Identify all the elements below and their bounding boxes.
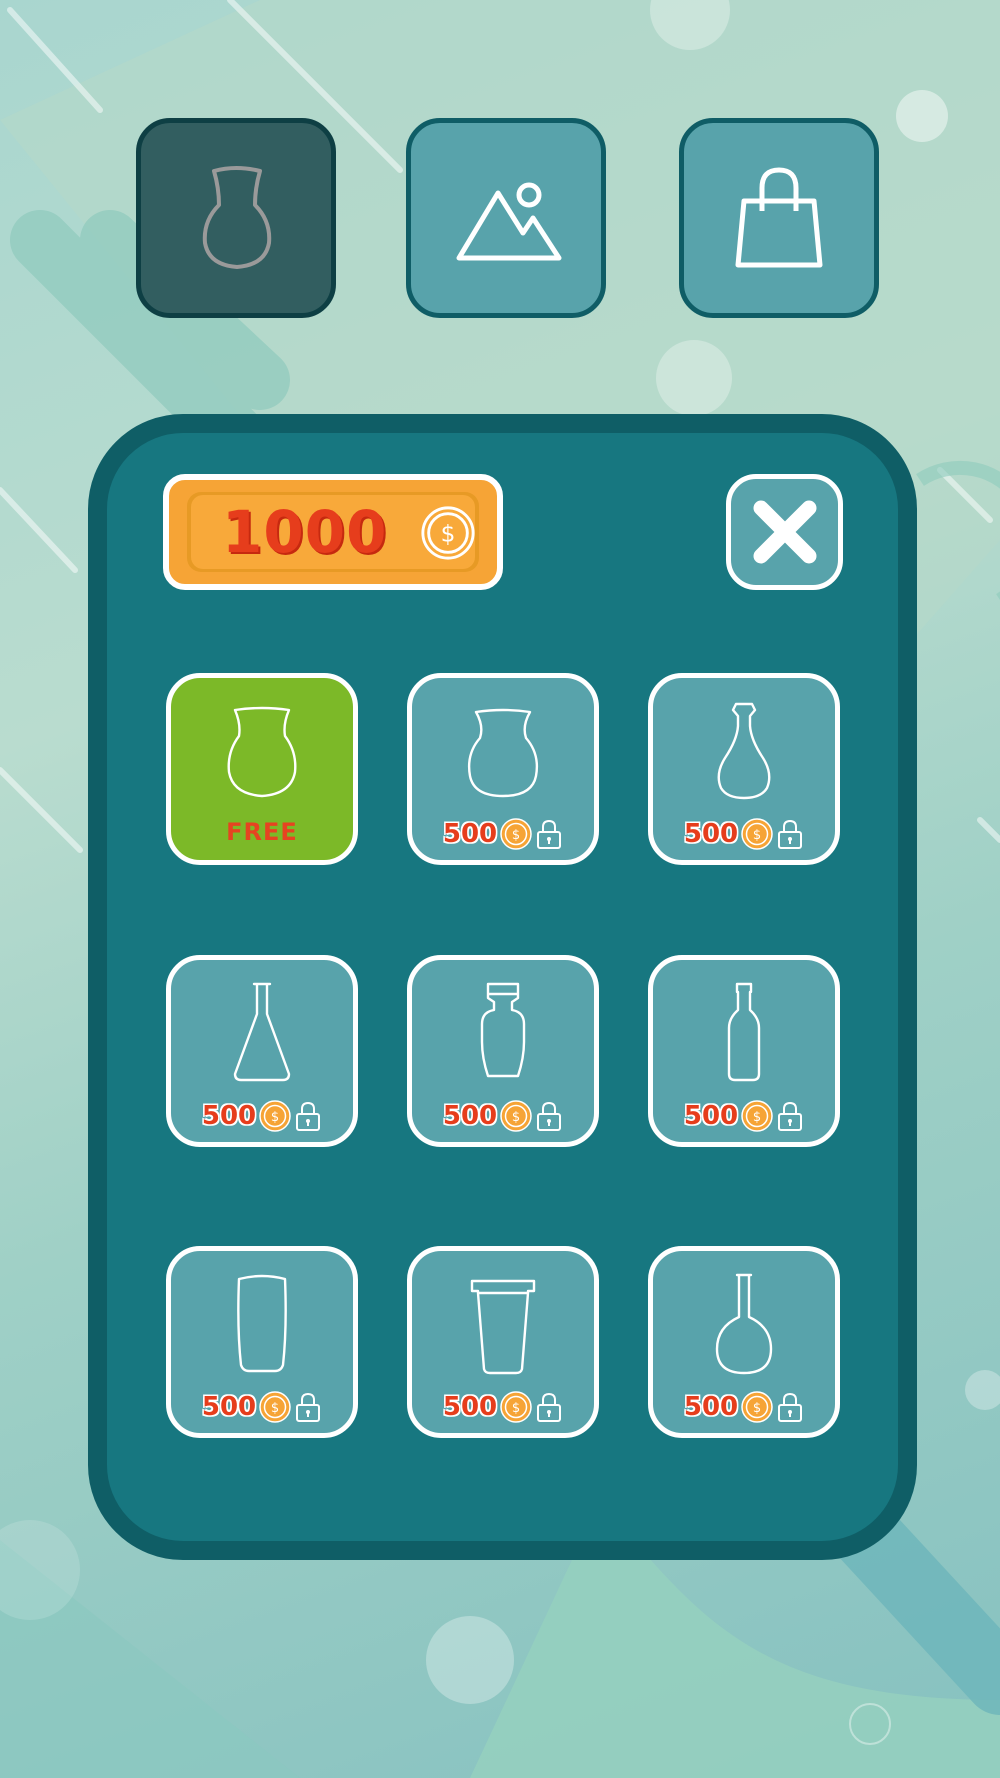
lock-icon bbox=[537, 819, 562, 849]
price-row: 500 $ bbox=[412, 1098, 594, 1134]
lock-icon bbox=[778, 819, 803, 849]
tab-glasses[interactable] bbox=[136, 118, 336, 318]
price-row: 500 $ bbox=[412, 1389, 594, 1425]
close-button[interactable] bbox=[726, 474, 843, 590]
glass-item-tall-tumbler[interactable]: 500 $ bbox=[166, 1246, 358, 1438]
svg-text:$: $ bbox=[512, 1401, 520, 1416]
svg-text:$: $ bbox=[753, 828, 761, 843]
price-label: 500 bbox=[683, 1392, 739, 1422]
price-label: 500 bbox=[442, 819, 498, 849]
coin-icon: $ bbox=[500, 1391, 532, 1423]
coin-icon: $ bbox=[259, 1100, 291, 1132]
svg-text:$: $ bbox=[271, 1110, 279, 1125]
coin-icon: $ bbox=[741, 1100, 773, 1132]
lock-icon bbox=[537, 1392, 562, 1422]
glass-item-bottle[interactable]: 500 $ bbox=[648, 955, 840, 1147]
mountain-image-icon bbox=[456, 182, 562, 261]
price-row: 500 $ bbox=[412, 816, 594, 852]
lock-icon bbox=[296, 1101, 321, 1131]
free-label: FREE bbox=[226, 818, 298, 846]
coin-icon: $ bbox=[259, 1391, 291, 1423]
price-label: 500 bbox=[201, 1392, 257, 1422]
coin-icon: $ bbox=[741, 1391, 773, 1423]
price-label: 500 bbox=[442, 1392, 498, 1422]
svg-text:$: $ bbox=[271, 1401, 279, 1416]
glass-item-decanter[interactable]: 500 $ bbox=[407, 955, 599, 1147]
svg-text:$: $ bbox=[753, 1110, 761, 1125]
coin-icon: $ bbox=[421, 506, 475, 560]
svg-text:$: $ bbox=[441, 521, 456, 548]
price-label: 500 bbox=[201, 1101, 257, 1131]
coin-icon: $ bbox=[500, 818, 532, 850]
glass-icon bbox=[202, 166, 272, 269]
glass-item-round-vase[interactable]: 500 $ bbox=[407, 673, 599, 865]
tulip-glass-icon bbox=[227, 706, 297, 798]
decanter-icon bbox=[480, 982, 526, 1078]
glass-item-conical-flask[interactable]: 500 $ bbox=[166, 955, 358, 1147]
glass-item-carafe[interactable]: 500 $ bbox=[648, 673, 840, 865]
price-row: 500 $ bbox=[171, 1389, 353, 1425]
lock-icon bbox=[296, 1392, 321, 1422]
tab-shop[interactable] bbox=[679, 118, 879, 318]
glass-item-round-flask[interactable]: 500 $ bbox=[648, 1246, 840, 1438]
coin-balance: 1000 $ bbox=[163, 474, 503, 590]
round-flask-icon bbox=[715, 1273, 773, 1375]
price-row: 500 $ bbox=[171, 1098, 353, 1134]
svg-text:$: $ bbox=[512, 828, 520, 843]
lock-icon bbox=[537, 1101, 562, 1131]
svg-text:$: $ bbox=[753, 1401, 761, 1416]
price-row: 500 $ bbox=[653, 1098, 835, 1134]
conical-flask-icon bbox=[233, 982, 291, 1082]
round-vase-icon bbox=[467, 708, 539, 798]
coin-icon: $ bbox=[741, 818, 773, 850]
svg-text:$: $ bbox=[512, 1110, 520, 1125]
tall-tumbler-icon bbox=[237, 1274, 287, 1373]
lidded-cup-icon bbox=[470, 1279, 536, 1375]
price-label: 500 bbox=[683, 819, 739, 849]
carafe-icon bbox=[717, 702, 771, 800]
close-icon bbox=[753, 500, 816, 564]
glass-item-lidded-cup[interactable]: 500 $ bbox=[407, 1246, 599, 1438]
price-row: 500 $ bbox=[653, 1389, 835, 1425]
coin-icon: $ bbox=[500, 1100, 532, 1132]
price-label: 500 bbox=[442, 1101, 498, 1131]
lock-icon bbox=[778, 1101, 803, 1131]
price-row: 500 $ bbox=[653, 816, 835, 852]
bottle-icon bbox=[727, 982, 761, 1082]
lock-icon bbox=[778, 1392, 803, 1422]
glass-item-tulip-glass[interactable]: FREE bbox=[166, 673, 358, 865]
shopping-bag-icon bbox=[735, 167, 823, 268]
tab-backgrounds[interactable] bbox=[406, 118, 606, 318]
price-label: 500 bbox=[683, 1101, 739, 1131]
